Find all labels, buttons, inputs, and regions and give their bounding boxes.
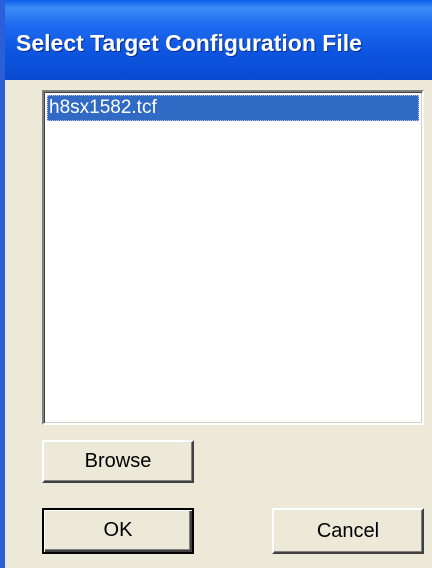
title-bar[interactable]: Select Target Configuration File [5,0,432,80]
config-file-listbox[interactable]: h8sx1582.tcf [42,90,424,425]
select-target-config-dialog: Select Target Configuration File h8sx158… [0,0,432,568]
cancel-button[interactable]: Cancel [272,508,424,554]
dialog-client-area: h8sx1582.tcf Browse OK Cancel [5,80,432,568]
ok-button[interactable]: OK [42,508,194,554]
list-item-selected[interactable]: h8sx1582.tcf [47,95,419,121]
browse-button[interactable]: Browse [42,440,194,483]
dialog-title: Select Target Configuration File [16,30,362,56]
